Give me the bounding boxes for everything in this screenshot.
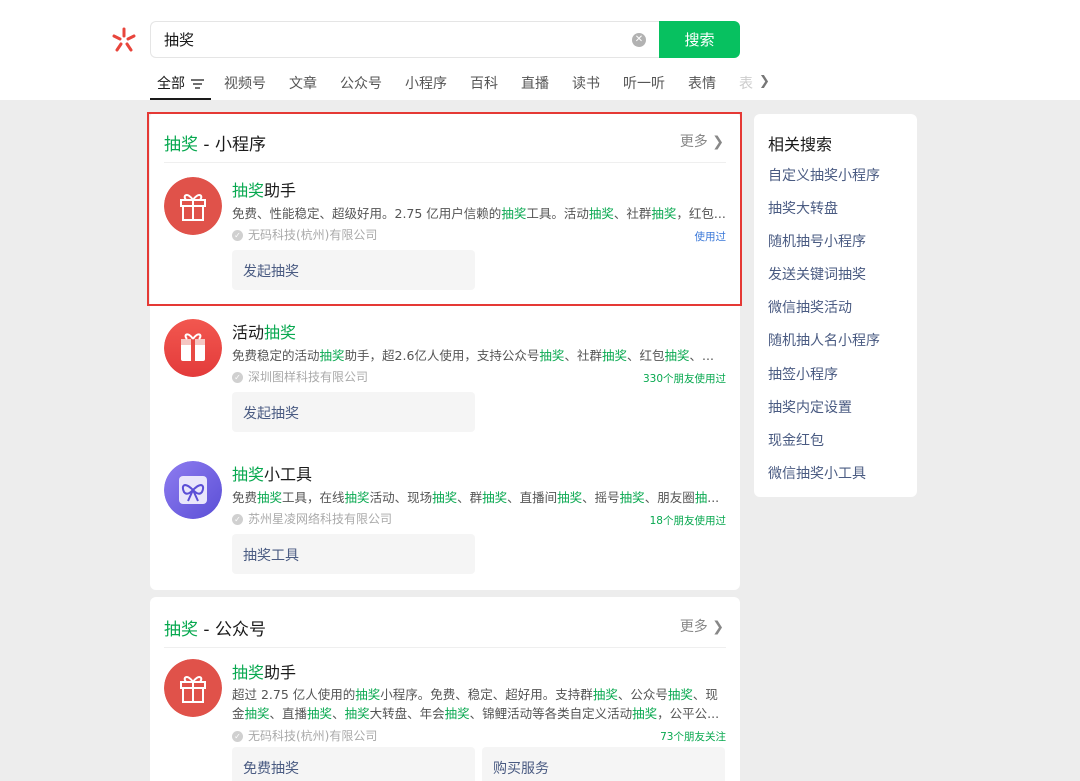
more-link[interactable]: 更多 ❯	[680, 616, 724, 636]
item-stat: 18个朋友使用过	[649, 515, 726, 527]
search-input[interactable]	[164, 22, 624, 57]
gift-icon[interactable]	[164, 177, 222, 235]
buy-service-button[interactable]: 购买服务	[482, 747, 725, 781]
tab-mini-programs[interactable]: 小程序	[405, 66, 447, 100]
item-stat: 73个朋友关注	[660, 731, 726, 743]
verified-check-icon: ✓	[232, 230, 243, 241]
tab-overflow[interactable]: 表	[739, 66, 753, 100]
related-search-item[interactable]: 抽奖大转盘	[768, 199, 880, 232]
item-description: 超过 2.75 亿人使用的抽奖小程序。免费、稳定、超好用。支持群抽奖、公众号抽奖…	[232, 687, 720, 721]
tab-articles[interactable]: 文章	[289, 66, 317, 100]
item-title[interactable]: 活动抽奖	[232, 319, 296, 343]
tab-all[interactable]: 全部	[150, 66, 211, 100]
tab-channels[interactable]: 视频号	[224, 66, 266, 100]
official-account-section: 抽奖 - 公众号 更多 ❯ 抽奖助手 超过 2.75 亿人使用的抽奖小程序。免费…	[150, 597, 740, 781]
tab-baike[interactable]: 百科	[470, 66, 498, 100]
item-stat: 使用过	[694, 231, 727, 243]
search-button[interactable]: 搜索	[659, 21, 740, 58]
chevron-right-icon: ❯	[712, 619, 724, 635]
item-description: 免费稳定的活动抽奖助手，超2.6亿人使用，支持公众号抽奖、社群抽奖、红包抽奖、.…	[232, 348, 714, 363]
related-searches-list: 自定义抽奖小程序 抽奖大转盘 随机抽号小程序 发送关键词抽奖 微信抽奖活动 随机…	[768, 166, 880, 497]
item-action-button[interactable]: 发起抽奖	[232, 392, 475, 432]
verified-check-icon: ✓	[232, 731, 243, 742]
item-action-button[interactable]: 发起抽奖	[232, 250, 475, 290]
item-organization: ✓ 深圳图样科技有限公司	[232, 368, 368, 385]
tab-all-label: 全部	[157, 76, 185, 92]
related-searches-title: 相关搜索	[768, 135, 833, 154]
divider	[164, 162, 726, 163]
search-box: ✕	[150, 21, 660, 58]
item-title[interactable]: 抽奖小工具	[232, 461, 312, 485]
gift-box-icon[interactable]	[164, 319, 222, 377]
ribbon-gift-icon[interactable]	[164, 461, 222, 519]
item-action-button[interactable]: 抽奖工具	[232, 534, 475, 574]
related-search-item[interactable]: 自定义抽奖小程序	[768, 166, 880, 199]
related-search-item[interactable]: 随机抽人名小程序	[768, 331, 880, 364]
item-organization: ✓ 无码科技(杭州)有限公司	[232, 226, 377, 243]
free-lottery-button[interactable]: 免费抽奖	[232, 747, 475, 781]
chevron-right-icon: ❯	[712, 134, 724, 150]
wechat-search-logo	[112, 27, 136, 52]
tab-official-accounts[interactable]: 公众号	[340, 66, 382, 100]
tab-listen[interactable]: 听一听	[623, 66, 665, 100]
chevron-right-icon[interactable]: ❯	[759, 66, 770, 100]
verified-check-icon: ✓	[232, 514, 243, 525]
related-searches: 相关搜索 自定义抽奖小程序 抽奖大转盘 随机抽号小程序 发送关键词抽奖 微信抽奖…	[754, 114, 917, 497]
filter-tabs: 全部 视频号 文章 公众号 小程序 百科 直播 读书 听一听 表情 表 ❯	[150, 66, 770, 100]
clear-icon[interactable]: ✕	[632, 33, 646, 47]
item-title[interactable]: 抽奖助手	[232, 659, 296, 683]
related-search-item[interactable]: 抽签小程序	[768, 365, 880, 398]
section-title: 抽奖 - 公众号	[164, 620, 266, 640]
tab-live[interactable]: 直播	[521, 66, 549, 100]
section-title: 抽奖 - 小程序	[164, 135, 266, 155]
filter-icon[interactable]	[191, 79, 204, 89]
related-search-item[interactable]: 抽奖内定设置	[768, 398, 880, 431]
related-search-item[interactable]: 现金红包	[768, 431, 880, 464]
related-search-item[interactable]: 发送关键词抽奖	[768, 265, 880, 298]
item-organization: ✓ 无码科技(杭州)有限公司	[232, 727, 377, 744]
related-search-item[interactable]: 微信抽奖小工具	[768, 464, 880, 497]
related-search-item[interactable]: 微信抽奖活动	[768, 298, 880, 331]
tab-books[interactable]: 读书	[572, 66, 600, 100]
item-organization: ✓ 苏州星凌网络科技有限公司	[232, 510, 392, 527]
verified-check-icon: ✓	[232, 372, 243, 383]
tab-stickers[interactable]: 表情	[688, 66, 716, 100]
divider	[164, 647, 726, 648]
item-stat: 330个朋友使用过	[642, 373, 726, 385]
top-bar: ✕ 搜索 全部 视频号 文章 公众号 小程序 百科 直播 读书 听一听 表情 表…	[0, 0, 1080, 100]
item-title[interactable]: 抽奖助手	[232, 177, 296, 201]
item-description: 免费、性能稳定、超级好用。2.75 亿用户信赖的抽奖工具。活动抽奖、社群抽奖，红…	[232, 206, 726, 221]
related-search-item[interactable]: 随机抽号小程序	[768, 232, 880, 265]
mini-program-section: 抽奖 - 小程序 更多 ❯ 抽奖助手 免费、性能稳定、超级好用。2.75 亿用户…	[150, 112, 740, 590]
item-description: 免费抽奖工具，在线抽奖活动、现场抽奖、群抽奖、直播间抽奖、摇号抽奖、朋友圈抽..…	[232, 490, 720, 505]
gift-icon[interactable]	[164, 659, 222, 717]
more-link[interactable]: 更多 ❯	[680, 131, 724, 151]
